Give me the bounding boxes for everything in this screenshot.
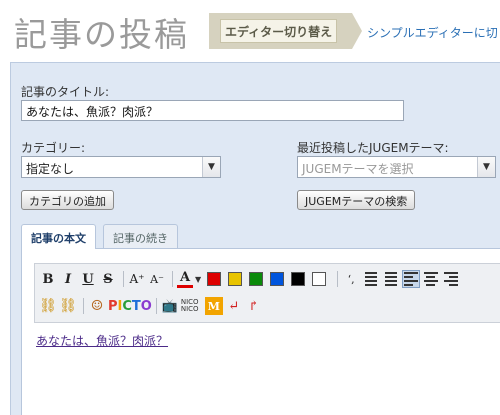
theme-select-placeholder: JUGEMテーマを選択 xyxy=(302,162,414,176)
align-center-icon[interactable] xyxy=(422,270,440,288)
toolbar-separator xyxy=(123,271,124,287)
search-theme-button[interactable]: JUGEMテーマの検索 xyxy=(297,190,416,210)
nico-nico-button[interactable]: NICO NICO xyxy=(181,299,201,313)
m-icon[interactable]: M xyxy=(204,297,223,315)
strikethrough-button[interactable]: S xyxy=(99,270,117,288)
italic-button[interactable]: I xyxy=(59,270,77,288)
color-swatch-blue[interactable] xyxy=(270,272,285,286)
link-icon[interactable]: ⛓ xyxy=(39,297,57,315)
title-label: 記事のタイトル: xyxy=(21,85,110,99)
color-swatch-yellow[interactable] xyxy=(228,272,243,286)
chevron-down-icon: ▼ xyxy=(202,157,220,177)
category-label: カテゴリー: xyxy=(21,141,86,155)
page-title: 記事の投稿 xyxy=(14,15,189,54)
editor-toggle-arrow-icon xyxy=(352,13,362,49)
header: 記事の投稿 エディター切り替え シンプルエディターに切り xyxy=(0,0,500,62)
underline-button[interactable]: U xyxy=(79,270,97,288)
font-larger-button[interactable]: A⁺ xyxy=(128,270,146,288)
font-smaller-button[interactable]: A⁻ xyxy=(148,270,166,288)
toolbar-separator xyxy=(155,298,157,314)
rich-text-editor: B I U S A⁺ A⁻ A ▼ ‘, ⛓ ⛓ ☺ PICTO 📺 NICO … xyxy=(21,248,500,415)
color-swatch-red[interactable] xyxy=(207,272,222,286)
return-arrow-icon[interactable]: ↵ xyxy=(225,297,243,315)
theme-select[interactable]: JUGEMテーマを選択 ▼ xyxy=(297,156,496,178)
unlink-icon[interactable]: ⛓ xyxy=(59,297,77,315)
ordered-list-icon[interactable] xyxy=(362,270,380,288)
color-swatch-white[interactable] xyxy=(312,272,327,286)
tab-continued[interactable]: 記事の続き xyxy=(103,224,178,248)
simple-editor-link[interactable]: シンプルエディターに切り xyxy=(367,24,500,41)
editor-toggle-inner: エディター切り替え xyxy=(220,19,338,43)
unordered-list-icon[interactable] xyxy=(382,270,400,288)
toolbar-row-1: B I U S A⁺ A⁻ A ▼ ‘, xyxy=(39,268,462,290)
post-form-panel: 記事のタイトル: あなたは、魚派？肉派？ カテゴリー: 指定なし ▼ カテゴリの… xyxy=(10,62,500,415)
forward-arrow-icon[interactable]: ↱ xyxy=(245,297,263,315)
toolbar-separator xyxy=(172,271,173,287)
editor-toggle-label: エディター切り替え xyxy=(225,24,333,39)
add-category-button[interactable]: カテゴリの追加 xyxy=(21,190,114,210)
color-swatch-green[interactable] xyxy=(249,272,264,286)
tv-icon[interactable]: 📺 xyxy=(161,297,179,315)
quote-icon[interactable]: ‘, xyxy=(342,270,360,288)
picto-button[interactable]: PICTO xyxy=(108,299,152,314)
editor-toolbar: B I U S A⁺ A⁻ A ▼ ‘, ⛓ ⛓ ☺ PICTO 📺 NICO … xyxy=(34,263,500,323)
color-swatch-black[interactable] xyxy=(291,272,306,286)
font-color-dropdown-icon[interactable]: ▼ xyxy=(195,275,201,284)
face-icon[interactable]: ☺ xyxy=(88,297,106,315)
category-select-value: 指定なし xyxy=(26,162,75,176)
tab-body[interactable]: 記事の本文 xyxy=(21,224,96,249)
theme-label: 最近投稿したJUGEMテーマ: xyxy=(297,141,449,155)
title-input[interactable]: あなたは、魚派？肉派？ xyxy=(21,100,404,121)
editor-body-text[interactable]: あなたは、魚派？肉派？ xyxy=(36,332,168,349)
category-select[interactable]: 指定なし ▼ xyxy=(21,156,221,178)
toolbar-separator xyxy=(337,271,339,287)
bold-button[interactable]: B xyxy=(39,270,57,288)
toolbar-separator xyxy=(83,298,84,314)
chevron-down-icon: ▼ xyxy=(477,157,495,177)
editor-toggle-button[interactable]: エディター切り替え xyxy=(209,13,362,49)
align-right-icon[interactable] xyxy=(442,270,460,288)
toolbar-row-2: ⛓ ⛓ ☺ PICTO 📺 NICO NICO M ↵ ↱ xyxy=(39,295,265,317)
font-color-button[interactable]: A xyxy=(177,270,193,288)
align-left-icon[interactable] xyxy=(402,270,421,288)
